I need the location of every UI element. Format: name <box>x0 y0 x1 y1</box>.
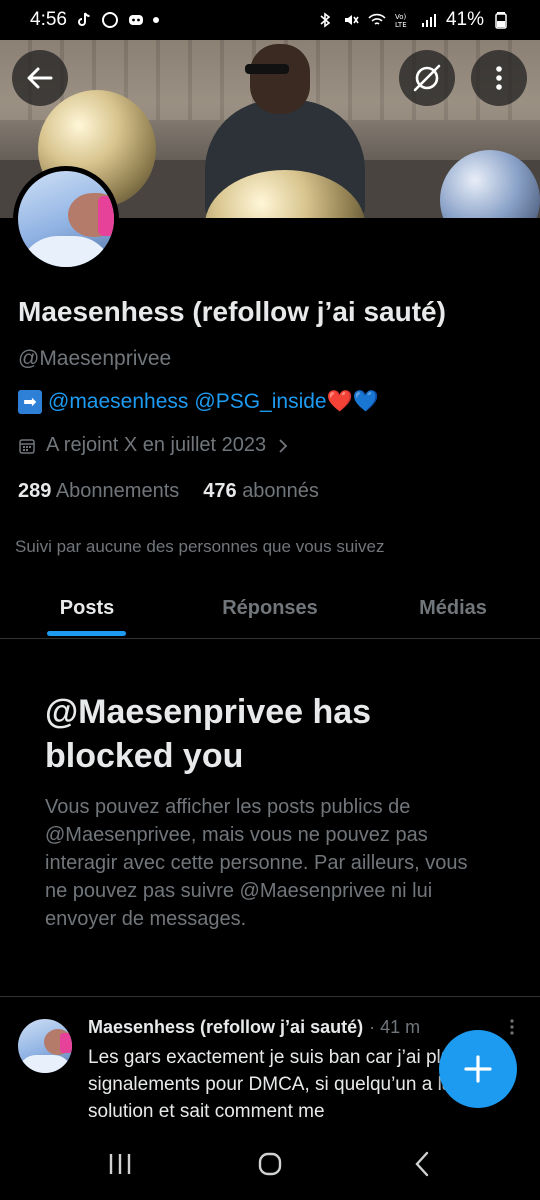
divider <box>0 996 540 997</box>
hearts-emoji: ❤️💙 <box>326 390 379 413</box>
compose-button[interactable] <box>439 1030 517 1108</box>
volte-icon: Vo)LTE <box>395 13 407 29</box>
banner-person-glasses <box>245 64 289 74</box>
display-name: Maesenhess (refollow j’ai sauté) <box>18 296 446 327</box>
avatar-body <box>18 1055 72 1073</box>
followers-link[interactable]: 476 abonnés <box>203 480 319 503</box>
avatar-badge <box>60 1033 72 1053</box>
back-arrow-icon <box>27 67 53 89</box>
notification-dot-icon <box>152 17 159 23</box>
tiktok-icon <box>78 12 90 26</box>
recents-button[interactable] <box>100 1146 140 1182</box>
tab-media[interactable]: Médias <box>400 578 506 638</box>
grok-button[interactable] <box>399 50 455 106</box>
back-icon <box>415 1151 429 1177</box>
more-vertical-icon <box>496 66 502 90</box>
chevron-right-icon <box>279 438 288 453</box>
bio-mention-psg[interactable]: @PSG_inside <box>194 390 326 414</box>
bluetooth-icon <box>320 12 331 28</box>
profile-handle: @Maesenprivee <box>18 347 172 370</box>
wifi-icon <box>368 13 386 25</box>
battery-icon <box>495 12 507 29</box>
profile-tabs: Posts Réponses Médias <box>0 578 540 639</box>
plus-icon <box>464 1055 492 1083</box>
banner-person-head <box>250 44 310 114</box>
avatar-body <box>18 236 114 267</box>
grok-icon <box>413 64 441 92</box>
battery-percent: 41% <box>445 9 484 30</box>
more-vertical-icon <box>510 1019 514 1035</box>
followers-count: 476 <box>203 480 237 502</box>
follow-stats: 289 Abonnements 476 abonnés <box>18 480 319 503</box>
whatsapp-icon <box>101 12 118 28</box>
arrow-emoji: ➡ <box>18 390 42 414</box>
system-navigation-bar <box>0 1128 540 1200</box>
post-more-button[interactable] <box>508 1018 516 1041</box>
avatar-image <box>18 171 114 267</box>
post-time: · 41 m <box>369 1017 421 1037</box>
svg-text:LTE: LTE <box>395 21 407 29</box>
profile-avatar[interactable] <box>13 166 119 272</box>
back-button[interactable] <box>12 50 68 106</box>
joined-date[interactable]: A rejoint X en juillet 2023 <box>18 434 290 457</box>
status-time: 4:56 <box>30 9 67 30</box>
blocked-description: Vous pouvez afficher les posts publics d… <box>45 796 468 930</box>
system-back-button[interactable] <box>402 1146 442 1182</box>
svg-text:Vo): Vo) <box>395 13 407 21</box>
calendar-icon <box>19 438 35 454</box>
joined-text: A rejoint X en juillet 2023 <box>46 434 267 456</box>
home-icon <box>258 1152 282 1176</box>
tab-posts[interactable]: Posts <box>40 578 134 638</box>
more-options-button[interactable] <box>471 50 527 106</box>
home-button[interactable] <box>250 1146 290 1182</box>
followed-by-text: Suivi par aucune des personnes que vous … <box>15 537 385 556</box>
avatar-badge <box>98 196 114 236</box>
post-header: Maesenhess (refollow j’ai sauté) · 41 m <box>88 1017 420 1038</box>
tab-replies[interactable]: Réponses <box>205 578 335 638</box>
following-link[interactable]: 289 Abonnements <box>18 480 179 503</box>
status-bar: 4:56 Vo) LTE 41% <box>0 0 540 40</box>
followers-label: abonnés <box>242 480 319 502</box>
mute-icon <box>344 15 359 25</box>
recents-icon <box>109 1154 131 1174</box>
active-tab-indicator <box>47 631 126 636</box>
blocked-title: @Maesenprivee has blocked you <box>45 693 372 775</box>
post-author-name[interactable]: Maesenhess (refollow j’ai sauté) <box>88 1017 363 1038</box>
discord-icon <box>128 15 143 25</box>
post-author-avatar[interactable] <box>18 1019 72 1073</box>
following-count: 289 <box>18 480 52 502</box>
following-label: Abonnements <box>55 480 180 502</box>
bio-mention-maesenhess[interactable]: @maesenhess <box>48 390 188 414</box>
signal-icon <box>421 14 436 27</box>
profile-bio: ➡ @maesenhess @PSG_inside ❤️💙 <box>18 390 379 414</box>
